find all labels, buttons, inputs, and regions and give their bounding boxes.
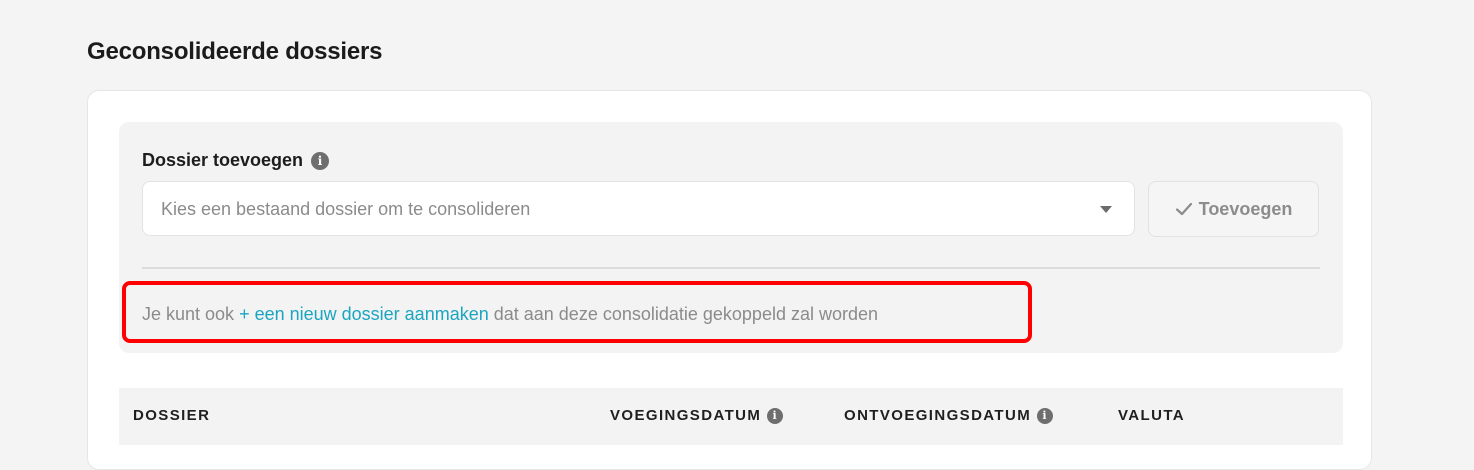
column-header-label: VOEGINGSDATUM: [610, 407, 762, 424]
table-header: DOSSIER VOEGINGSDATUM i ONTVOEGINGSDATUM…: [119, 388, 1343, 445]
chevron-down-icon[interactable]: [1100, 206, 1112, 213]
info-icon[interactable]: i: [311, 151, 330, 170]
add-dossier-heading: Dossier toevoegen i: [142, 150, 330, 171]
page-title: Geconsolideerde dossiers: [87, 38, 383, 65]
column-header-label: DOSSIER: [133, 407, 211, 424]
add-button-label: Toevoegen: [1198, 198, 1293, 219]
dossier-select[interactable]: Kies een bestaand dossier om te consolid…: [142, 181, 1135, 236]
divider: [142, 267, 1320, 269]
annotation-highlight: [122, 281, 1032, 343]
dossier-select-placeholder: Kies een bestaand dossier om te consolid…: [161, 199, 531, 219]
column-header-voegingsdatum[interactable]: VOEGINGSDATUM i: [610, 407, 784, 424]
column-header-ontvoegingsdatum[interactable]: ONTVOEGINGSDATUM i: [844, 407, 1054, 424]
add-button[interactable]: Toevoegen: [1148, 181, 1319, 237]
column-header-valuta[interactable]: VALUTA: [1118, 407, 1185, 424]
column-header-dossier[interactable]: DOSSIER: [133, 407, 210, 424]
column-header-label: VALUTA: [1118, 407, 1186, 424]
add-dossier-label: Dossier toevoegen: [142, 150, 304, 170]
consolidated-dossiers-card: Dossier toevoegen i Kies een bestaand do…: [87, 90, 1372, 470]
info-icon[interactable]: i: [1037, 407, 1054, 424]
check-icon: [1175, 202, 1192, 216]
column-header-label: ONTVOEGINGSDATUM: [844, 407, 1032, 424]
info-icon[interactable]: i: [767, 407, 784, 424]
